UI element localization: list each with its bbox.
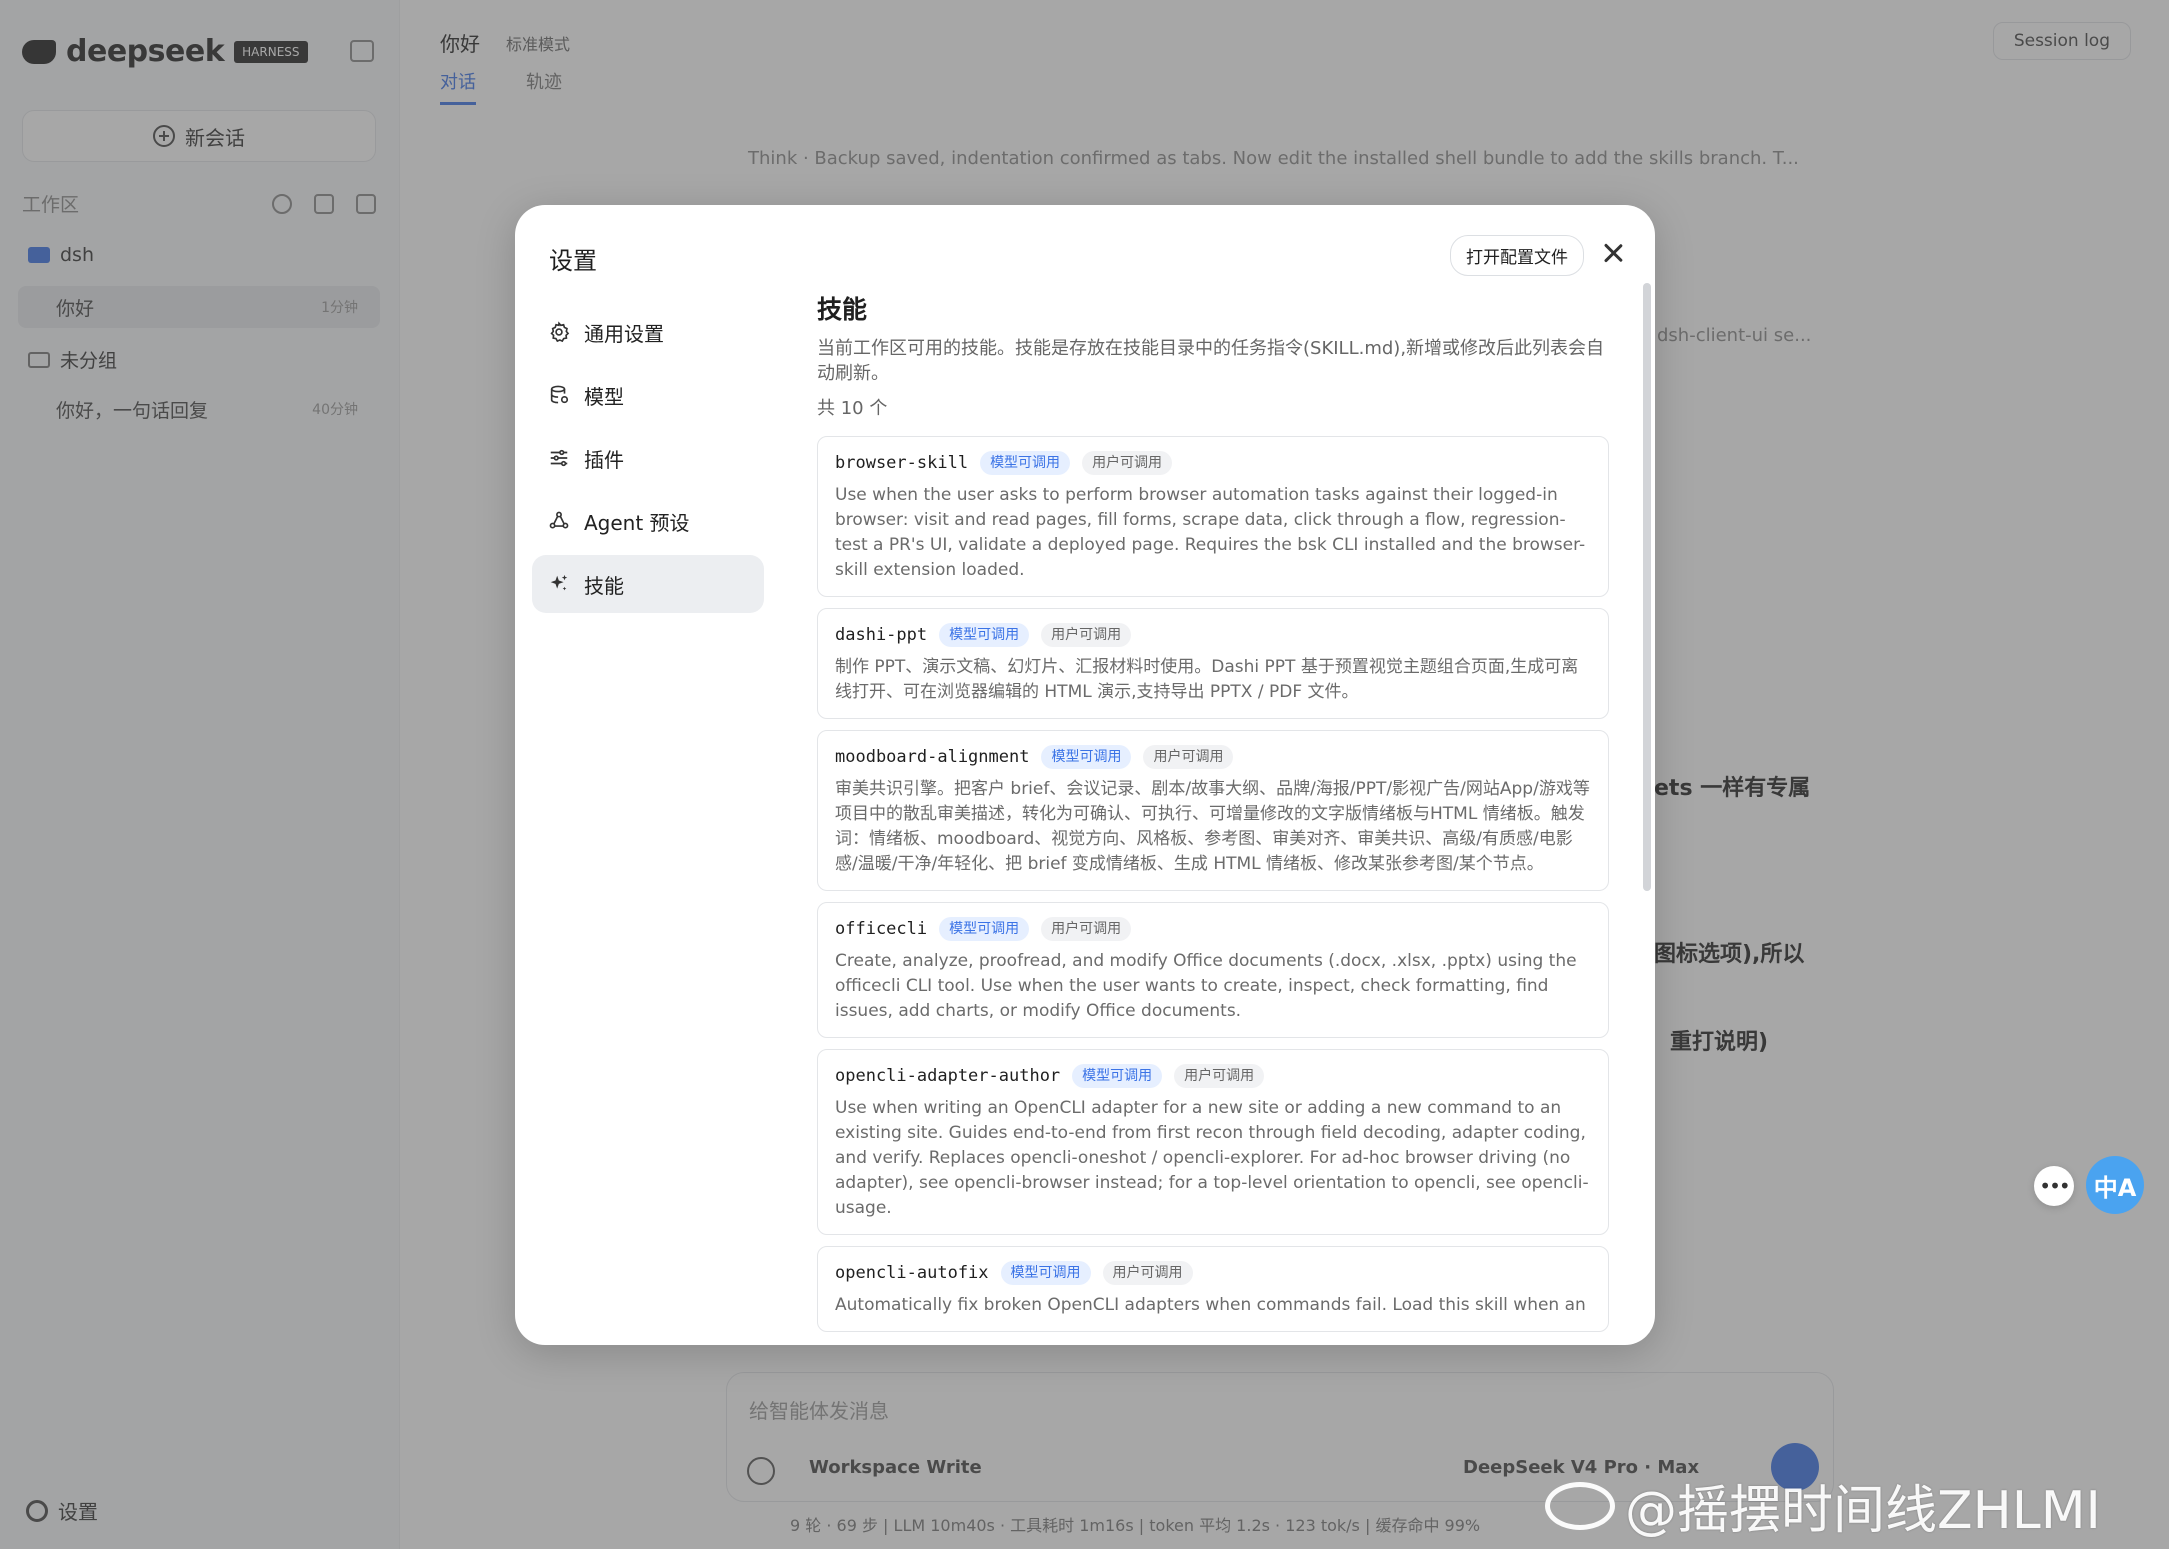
nav-label: 模型	[584, 384, 624, 409]
user-callable-badge: 用户可调用	[1102, 1261, 1193, 1285]
skill-description: 制作 PPT、演示文稿、幻灯片、汇报材料时使用。Dashi PPT 基于预置视觉…	[835, 657, 1579, 702]
user-callable-badge: 用户可调用	[1041, 917, 1132, 941]
open-config-button[interactable]: 打开配置文件	[1450, 235, 1584, 276]
skill-card[interactable]: browser-skill 模型可调用 用户可调用 Use when the user…	[817, 436, 1609, 597]
skill-card[interactable]: officecli 模型可调用 用户可调用 Create, analyze, proo…	[817, 902, 1609, 1038]
nav-item-model[interactable]: 模型	[532, 366, 764, 424]
weibo-logo-icon	[1545, 1481, 1615, 1530]
sparkle-icon	[548, 573, 570, 595]
sliders-icon	[548, 447, 570, 469]
skill-card[interactable]: dashi-ppt 模型可调用 用户可调用制作 PPT、演示文稿、幻灯片、汇报材料时…	[817, 608, 1609, 719]
skill-name: browser-skill	[835, 453, 969, 473]
skill-description: 审美共识引擎。把客户 brief、会议记录、剧本/故事大纲、品牌/海报/PPT/…	[835, 779, 1590, 874]
model-callable-badge: 模型可调用	[980, 451, 1071, 475]
nav-item-skills[interactable]: 技能	[532, 555, 764, 613]
skill-description: Use when the user asks to perform browse…	[835, 485, 1586, 580]
nav-label: 通用设置	[584, 321, 664, 346]
skill-header: moodboard-alignment 模型可调用 用户可调用	[835, 745, 1591, 769]
skill-name: moodboard-alignment	[835, 747, 1030, 767]
model-callable-badge: 模型可调用	[1000, 1261, 1091, 1285]
user-callable-badge: 用户可调用	[1041, 623, 1132, 647]
skill-header: opencli-autofix 模型可调用 用户可调用	[835, 1261, 1591, 1285]
skill-description: Use when writing an OpenCLI adapter for …	[835, 1098, 1589, 1218]
skill-description: Create, analyze, proofread, and modify O…	[835, 951, 1577, 1021]
skill-header: officecli 模型可调用 用户可调用	[835, 917, 1591, 941]
skill-header: dashi-ppt 模型可调用 用户可调用	[835, 623, 1591, 647]
nav-item-general[interactable]: 通用设置	[532, 303, 764, 361]
skills-panel: 技能 当前工作区可用的技能。技能是存放在技能目录中的任务指令(SKILL.md)…	[817, 285, 1623, 1345]
skill-header: opencli-adapter-author 模型可调用 用户可调用	[835, 1064, 1591, 1088]
model-callable-badge: 模型可调用	[1072, 1064, 1163, 1088]
skill-list: browser-skill 模型可调用 用户可调用 Use when the user…	[817, 436, 1623, 1332]
translate-button[interactable]: 中A	[2086, 1156, 2144, 1214]
settings-nav: 通用设置 模型 插件 Agent 预设 技能	[532, 303, 764, 618]
nav-item-plugins[interactable]: 插件	[532, 429, 764, 487]
model-callable-badge: 模型可调用	[939, 917, 1030, 941]
nav-label: 技能	[584, 573, 624, 598]
watermark: @摇摆时间线ZHLMI	[1545, 1468, 2101, 1543]
skill-name: opencli-autofix	[835, 1263, 989, 1283]
skill-description: Automatically fix broken OpenCLI adapter…	[835, 1295, 1586, 1315]
model-callable-badge: 模型可调用	[1041, 745, 1132, 769]
database-icon	[548, 384, 570, 406]
user-callable-badge: 用户可调用	[1174, 1064, 1265, 1088]
user-callable-badge: 用户可调用	[1143, 745, 1234, 769]
close-icon[interactable]	[1601, 241, 1625, 265]
scrollbar[interactable]	[1643, 283, 1651, 891]
watermark-text: @摇摆时间线ZHLMI	[1625, 1481, 2101, 1541]
skill-name: opencli-adapter-author	[835, 1066, 1061, 1086]
modal-title: 设置	[549, 247, 597, 275]
skill-count: 共 10 个	[817, 398, 888, 419]
user-callable-badge: 用户可调用	[1082, 451, 1173, 475]
nav-label: Agent 预设	[584, 510, 690, 535]
panel-title: 技能	[817, 295, 868, 324]
skill-card[interactable]: opencli-adapter-author 模型可调用 用户可调用 Use when…	[817, 1049, 1609, 1235]
skill-card[interactable]: moodboard-alignment 模型可调用 用户可调用审美共识引擎。把客户 …	[817, 730, 1609, 891]
skill-header: browser-skill 模型可调用 用户可调用	[835, 451, 1591, 475]
nav-item-agent-presets[interactable]: Agent 预设	[532, 492, 764, 550]
more-button[interactable]: •••	[2034, 1166, 2074, 1206]
settings-modal: 设置 打开配置文件 通用设置 模型 插件 Agent 预设 技能 技能 当前工作…	[515, 205, 1655, 1345]
gear-icon	[548, 321, 570, 343]
skill-name: dashi-ppt	[835, 625, 928, 645]
skill-name: officecli	[835, 919, 928, 939]
nav-label: 插件	[584, 447, 624, 472]
skill-card[interactable]: opencli-autofix 模型可调用 用户可调用 Automatically f…	[817, 1246, 1609, 1332]
panel-description: 当前工作区可用的技能。技能是存放在技能目录中的任务指令(SKILL.md),新增…	[817, 338, 1605, 384]
model-callable-badge: 模型可调用	[939, 623, 1030, 647]
agent-icon	[548, 510, 570, 532]
